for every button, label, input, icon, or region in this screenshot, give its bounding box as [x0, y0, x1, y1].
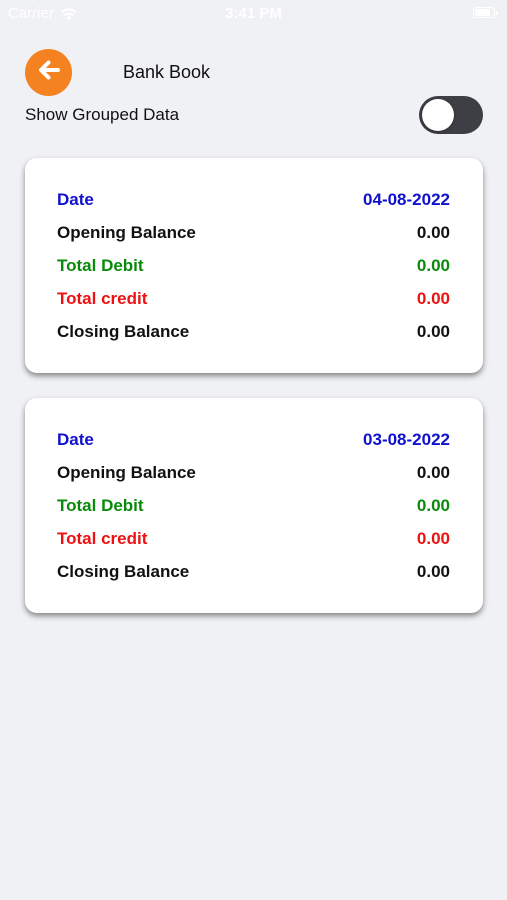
opening-balance-value: 0.00 [416, 463, 450, 482]
toggle-knob [422, 99, 454, 131]
closing-balance-row: Closing Balance 0.00 [57, 560, 450, 584]
total-debit-label: Total Debit [57, 496, 144, 515]
closing-balance-label: Closing Balance [57, 322, 190, 341]
total-credit-row: Total credit 0.00 [57, 287, 450, 311]
date-row: Date 04-08-2022 [57, 188, 450, 212]
total-credit-label: Total credit [57, 529, 148, 548]
closing-balance-row: Closing Balance 0.00 [57, 320, 450, 344]
total-debit-value: 0.00 [416, 256, 450, 275]
opening-balance-row: Opening Balance 0.00 [57, 461, 450, 485]
bank-entry-card: Date 03-08-2022 Opening Balance 0.00 Tot… [25, 398, 483, 613]
closing-balance-value: 0.00 [416, 562, 450, 581]
show-grouped-toggle[interactable] [419, 96, 483, 134]
opening-balance-label: Opening Balance [57, 223, 196, 242]
date-value: 04-08-2022 [363, 190, 450, 209]
total-credit-value: 0.00 [416, 289, 450, 308]
total-credit-label: Total credit [57, 289, 148, 308]
show-grouped-label: Show Grouped Data [25, 105, 180, 124]
opening-balance-value: 0.00 [416, 223, 450, 242]
status-bar: Carrier 3:41 PM [0, 0, 507, 30]
date-label: Date [57, 430, 94, 449]
opening-balance-row: Opening Balance 0.00 [57, 221, 450, 245]
bank-entry-card: Date 04-08-2022 Opening Balance 0.00 Tot… [25, 158, 483, 373]
opening-balance-label: Opening Balance [57, 463, 196, 482]
total-debit-row: Total Debit 0.00 [57, 494, 450, 518]
arrow-left-icon [36, 57, 62, 88]
total-debit-row: Total Debit 0.00 [57, 254, 450, 278]
page-title: Bank Book [123, 62, 211, 82]
total-debit-label: Total Debit [57, 256, 144, 275]
battery-icon [473, 7, 498, 18]
total-credit-value: 0.00 [416, 529, 450, 548]
closing-balance-value: 0.00 [416, 322, 450, 341]
battery-level [475, 9, 490, 16]
back-button[interactable] [25, 49, 72, 96]
status-time: 3:41 PM [225, 5, 282, 22]
closing-balance-label: Closing Balance [57, 562, 190, 581]
date-row: Date 03-08-2022 [57, 428, 450, 452]
date-label: Date [57, 190, 94, 209]
total-credit-row: Total credit 0.00 [57, 527, 450, 551]
date-value: 03-08-2022 [363, 430, 450, 449]
total-debit-value: 0.00 [416, 496, 450, 515]
